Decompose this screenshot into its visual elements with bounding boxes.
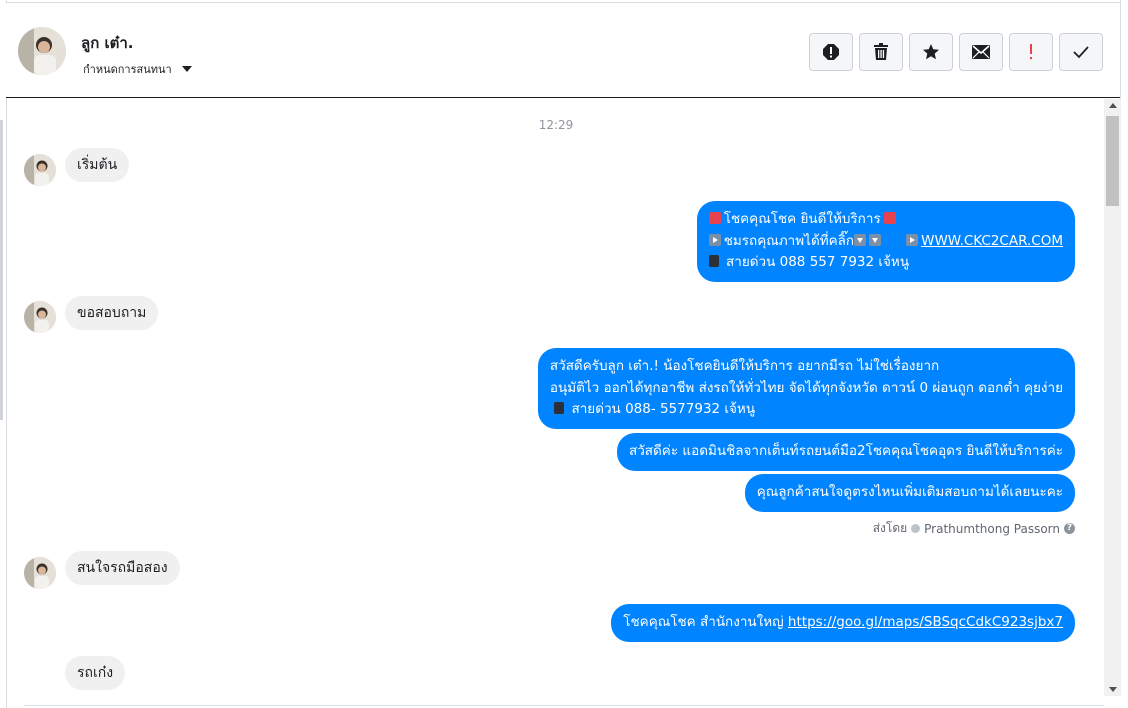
down-arrow-icon [869,233,882,246]
outgoing-message[interactable]: โชคคุณโชค สำนักงานใหญ่ https://goo.gl/ma… [611,604,1075,642]
outgoing-message[interactable]: คุณลูกค้าสนใจดูตรงไหนเพิ่มเติมสอบถามได้เ… [744,474,1075,512]
header-divider [6,97,1120,98]
phone-icon [708,255,719,267]
manage-conversation-dropdown[interactable]: กำหนดการสนทนา [83,60,192,78]
sent-by-name[interactable]: Prathumthong Passorn [924,522,1060,536]
outgoing-message[interactable]: สวัสดีค่ะ แอดมินชิลจากเต็นท์รถยนต์มือ2โช… [616,433,1075,471]
sent-by-label: ส่งโดย [872,521,908,535]
manage-conversation-label: กำหนดการสนทนา [83,63,172,76]
thread-timestamp: 12:29 [538,118,574,132]
scroll-thumb[interactable] [1106,116,1119,206]
contact-avatar[interactable] [18,27,66,75]
exclamation-icon [1030,44,1032,60]
trash-icon [874,43,888,60]
outgoing-message[interactable]: สวัสดีครับลูก เต๋า.! น้องโชคยินดีให้บริก… [537,348,1075,429]
outgoing-message[interactable]: โชคคุณโชค ยินดีให้บริการ ชมรถคุณภาพได้ที… [696,201,1075,282]
contact-avatar-small[interactable] [24,301,56,333]
message-text: สวัสดีครับลูก เต๋า.! น้องโชคยินดีให้บริก… [549,358,940,374]
sent-by-info: ส่งโดย Prathumthong Passorn ? [873,519,1075,538]
delete-button[interactable] [859,33,903,71]
website-link[interactable]: WWW.CKC2CAR.COM [921,233,1063,249]
caret-down-icon [181,66,192,72]
mark-done-button[interactable] [1059,33,1103,71]
spam-icon [823,44,839,60]
incoming-message[interactable]: รถเก๋ง [65,656,126,690]
incoming-message[interactable]: สนใจรถมือสอง [65,551,180,585]
message-line: สายด่วน 088 557 7932 เจ้หนู [708,252,1063,274]
play-icon [906,233,919,246]
message-text: สายด่วน 088 557 7932 เจ้หนู [726,254,910,270]
red-x-icon [883,212,896,224]
page-badge-icon [911,524,921,533]
frame-right-border [1120,0,1121,99]
message-text: โชคคุณโชค ยินดีให้บริการ [723,211,881,227]
star-icon [923,44,939,60]
vertical-scrollbar[interactable] [1104,99,1121,696]
red-x-icon [708,212,721,224]
message-line: โชคคุณโชค ยินดีให้บริการ [708,209,1063,231]
message-line: ชมรถคุณภาพได้ที่คลิ๊ก WWW.CKC2CAR.COM [708,231,1063,253]
composer-divider [24,705,1104,706]
checkmark-icon [1073,46,1089,59]
star-button[interactable] [909,33,953,71]
message-text: สายด่วน 088- 5577932 เจ้หนู [571,401,756,417]
contact-avatar-small[interactable] [24,557,56,589]
scroll-up-arrow-icon[interactable] [1109,103,1117,108]
help-icon[interactable]: ? [1064,523,1075,534]
message-text: ชมรถคุณภาพได้ที่คลิ๊ก [723,232,855,249]
conversation-header: ลูก เต๋า. กำหนดการสนทนา [6,3,1120,98]
left-scroll-thumb[interactable] [0,120,3,420]
message-line: สายด่วน 088- 5577932 เจ้หนู [550,399,1063,421]
mail-icon [972,45,990,59]
incoming-message[interactable]: ขอสอบถาม [65,296,159,330]
header-actions [809,33,1103,71]
down-arrow-icon [854,233,867,246]
message-text: อนุมัติไว ออกได้ทุกอาชีพ ส่งรถให้ทั่วไทย… [549,379,1063,396]
maps-link[interactable]: https://goo.gl/maps/SBSqcCdkC923sjbx7 [788,614,1063,630]
mark-unread-button[interactable] [959,33,1003,71]
scroll-down-arrow-icon[interactable] [1109,687,1117,692]
phone-icon [554,402,565,414]
important-button[interactable] [1009,33,1053,71]
incoming-message[interactable]: เริ่มต้น [65,148,130,182]
spam-button[interactable] [809,33,853,71]
contact-avatar-small[interactable] [24,154,56,186]
message-thread[interactable]: 12:29 เริ่มต้น โชคคุณโชค ยินดีให้บริการ … [6,99,1104,708]
contact-name[interactable]: ลูก เต๋า. [81,31,134,55]
play-icon [708,233,721,246]
message-text: โชคคุณโชค สำนักงานใหญ่ [623,614,784,630]
